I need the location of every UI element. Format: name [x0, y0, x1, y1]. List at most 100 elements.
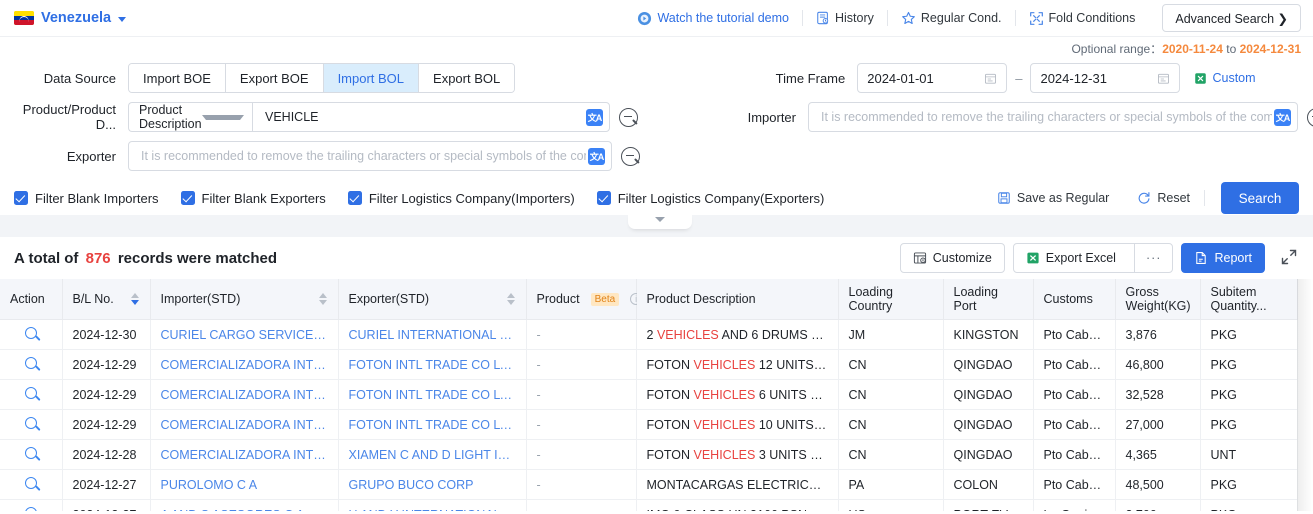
customize-button[interactable]: Customize [899, 243, 1005, 273]
fuzzy-search-icon[interactable] [619, 107, 638, 127]
cell-exporter[interactable]: FOTON INTL TRADE CO LTD [338, 379, 527, 410]
cell-loading-port: QINGDAO [943, 379, 1034, 410]
optional-range: Optional range：2020-11-24 to 2024-12-31 [1071, 40, 1301, 57]
translate-icon[interactable]: 文A [588, 147, 605, 165]
export-excel-button[interactable]: Export Excel [1014, 244, 1128, 272]
search-icon[interactable] [24, 387, 37, 399]
product-search-input[interactable] [263, 109, 586, 125]
country-selector[interactable]: Venezuela [14, 10, 127, 26]
checkbox-filter-logistics-importers[interactable]: Filter Logistics Company(Importers) [347, 191, 575, 206]
table-row[interactable]: 2024-12-29 COMERCIALIZADORA INTER M... FOT… [0, 379, 1298, 410]
cell-importer[interactable]: COMERCIALIZADORA INTER M... [150, 409, 339, 440]
table-row[interactable]: 2024-12-29 COMERCIALIZADORA INTER M... FOT… [0, 349, 1298, 380]
column-customs[interactable]: Customs [1033, 279, 1116, 320]
search-icon[interactable] [24, 327, 37, 339]
importer-input[interactable] [819, 109, 1274, 125]
column-importer-std[interactable]: Importer(STD) [150, 279, 339, 320]
column-bl-no[interactable]: B/L No. [62, 279, 151, 320]
cell-importer[interactable]: COMERCIALIZADORA INTER M... [150, 439, 339, 470]
column-action[interactable]: Action [0, 279, 63, 320]
results-table-wrap[interactable]: Action B/L No. Importer(STD) Exporter(ST… [0, 279, 1313, 511]
collapse-panel-toggle[interactable] [628, 213, 692, 229]
column-gross-weight[interactable]: Gross Weight(KG) ⋮ [1115, 279, 1208, 320]
cell-product: - [526, 439, 637, 470]
fuzzy-search-icon[interactable] [1307, 107, 1313, 127]
column-gross-weight-label: Gross Weight(KG) [1125, 285, 1191, 313]
fuzzy-search-icon[interactable] [621, 146, 640, 166]
report-button[interactable]: Report [1181, 243, 1265, 273]
column-loading-country[interactable]: Loading Country [838, 279, 944, 320]
regular-cond-link[interactable]: Regular Cond. [888, 11, 1015, 26]
cell-importer[interactable]: A AND S ASESORES C A [150, 499, 339, 511]
table-row[interactable]: 2024-12-28 COMERCIALIZADORA INTER M... XIA… [0, 439, 1298, 470]
row-filters: Filter Blank Importers Filter Blank Expo… [0, 181, 1313, 215]
cell-exporter[interactable]: H AND Y INTERNATIONAL CA... [338, 499, 527, 511]
row-action-cell[interactable] [0, 349, 63, 380]
column-product-description[interactable]: Product Description [636, 279, 839, 320]
history-link[interactable]: History [803, 11, 887, 25]
cell-importer[interactable]: CURIEL CARGO SERVICE DE VE... [150, 319, 339, 350]
cell-product-description: FOTON VEHICLES 6 UNITS BJ1226... [636, 379, 839, 410]
watch-tutorial-demo-link[interactable]: Watch the tutorial demo [624, 11, 802, 26]
translate-icon[interactable]: 文A [1274, 108, 1291, 126]
cell-exporter[interactable]: FOTON INTL TRADE CO LTD [338, 349, 527, 380]
fullscreen-icon[interactable] [1279, 247, 1301, 269]
search-icon[interactable] [24, 477, 37, 489]
cell-exporter[interactable]: FOTON INTL TRADE CO LTD [338, 409, 527, 440]
row-action-cell[interactable] [0, 499, 63, 511]
tab-export-bol[interactable]: Export BOL [419, 64, 515, 92]
search-icon[interactable] [24, 507, 37, 511]
table-row[interactable]: 2024-12-29 COMERCIALIZADORA INTER M... FOT… [0, 409, 1298, 440]
table-row[interactable]: 2024-12-27 PUROLOMO C A GRUPO BUCO CORP - MO… [0, 469, 1298, 500]
advanced-search-button[interactable]: Advanced Search ❯ [1162, 4, 1301, 32]
top-bar-actions: Watch the tutorial demo History Regular … [624, 4, 1301, 32]
cell-importer[interactable]: COMERCIALIZADORA INTER M... [150, 349, 339, 380]
checkbox-filter-logistics-exporters[interactable]: Filter Logistics Company(Exporters) [596, 191, 824, 206]
column-loading-port[interactable]: Loading Port [943, 279, 1034, 320]
sort-icon[interactable] [318, 293, 328, 305]
time-frame-to-input[interactable]: 2024-12-31 [1030, 63, 1181, 93]
checkbox-filter-blank-exporters[interactable]: Filter Blank Exporters [180, 191, 326, 206]
cell-product-description: IMO 9 CLASS UN 3166 PSN: VEHIC... [636, 499, 839, 511]
tab-export-boe[interactable]: Export BOE [225, 64, 324, 92]
cell-bl-no: 2024-12-29 [62, 409, 151, 440]
cell-exporter[interactable]: XIAMEN C AND D LIGHT INDU... [338, 439, 527, 470]
cell-exporter[interactable]: CURIEL INTERNATIONAL LOGI... [338, 319, 527, 350]
table-row[interactable]: 2024-12-30CURIEL CARGO SERVICE DE VE...C… [0, 319, 1298, 350]
exporter-input[interactable] [139, 148, 588, 164]
row-action-cell[interactable] [0, 409, 63, 440]
sort-icon[interactable] [506, 293, 516, 305]
column-exporter-std[interactable]: Exporter(STD) [338, 279, 527, 320]
reset-button[interactable]: Reset [1123, 191, 1204, 205]
calendar-icon [984, 72, 997, 85]
row-action-cell[interactable] [0, 319, 63, 350]
column-loading-port-label: Loading Port [953, 285, 999, 313]
cell-exporter[interactable]: GRUPO BUCO CORP [338, 469, 527, 500]
cell-importer[interactable]: COMERCIALIZADORA INTER M... [150, 379, 339, 410]
time-frame-from-input[interactable]: 2024-01-01 [857, 63, 1008, 93]
column-subitem-quantity[interactable]: Subitem Quantity... [1200, 279, 1298, 320]
save-as-regular-button[interactable]: Save as Regular [983, 191, 1123, 205]
sort-icon[interactable] [130, 293, 140, 305]
row-action-cell[interactable] [0, 439, 63, 470]
search-icon[interactable] [24, 417, 37, 429]
table-row[interactable]: 2024-12-27A AND S ASESORES C AH AND Y IN… [0, 499, 1298, 511]
tab-import-bol[interactable]: Import BOL [323, 64, 420, 92]
search-icon[interactable] [24, 447, 37, 459]
search-icon[interactable] [24, 357, 37, 369]
tab-import-boe[interactable]: Import BOE [129, 64, 226, 92]
cell-importer[interactable]: PUROLOMO C A [150, 469, 339, 500]
column-product[interactable]: Product Beta i [526, 279, 643, 320]
row-action-cell[interactable] [0, 469, 63, 500]
more-options-button[interactable]: ··· [1133, 244, 1173, 272]
checkbox-filter-blank-importers[interactable]: Filter Blank Importers [14, 191, 159, 206]
search-button[interactable]: Search [1221, 182, 1299, 214]
row-action-cell[interactable] [0, 379, 63, 410]
cell-gross-weight: 48,500 [1115, 469, 1201, 500]
translate-icon[interactable]: 文A [586, 108, 603, 126]
fold-conditions-link[interactable]: Fold Conditions [1016, 11, 1149, 26]
history-label: History [835, 11, 874, 25]
custom-range-link[interactable]: Custom [1194, 71, 1256, 85]
app-root: Venezuela Watch the tutorial demo Histor… [0, 0, 1313, 514]
product-type-select[interactable]: Product Description [128, 102, 252, 132]
